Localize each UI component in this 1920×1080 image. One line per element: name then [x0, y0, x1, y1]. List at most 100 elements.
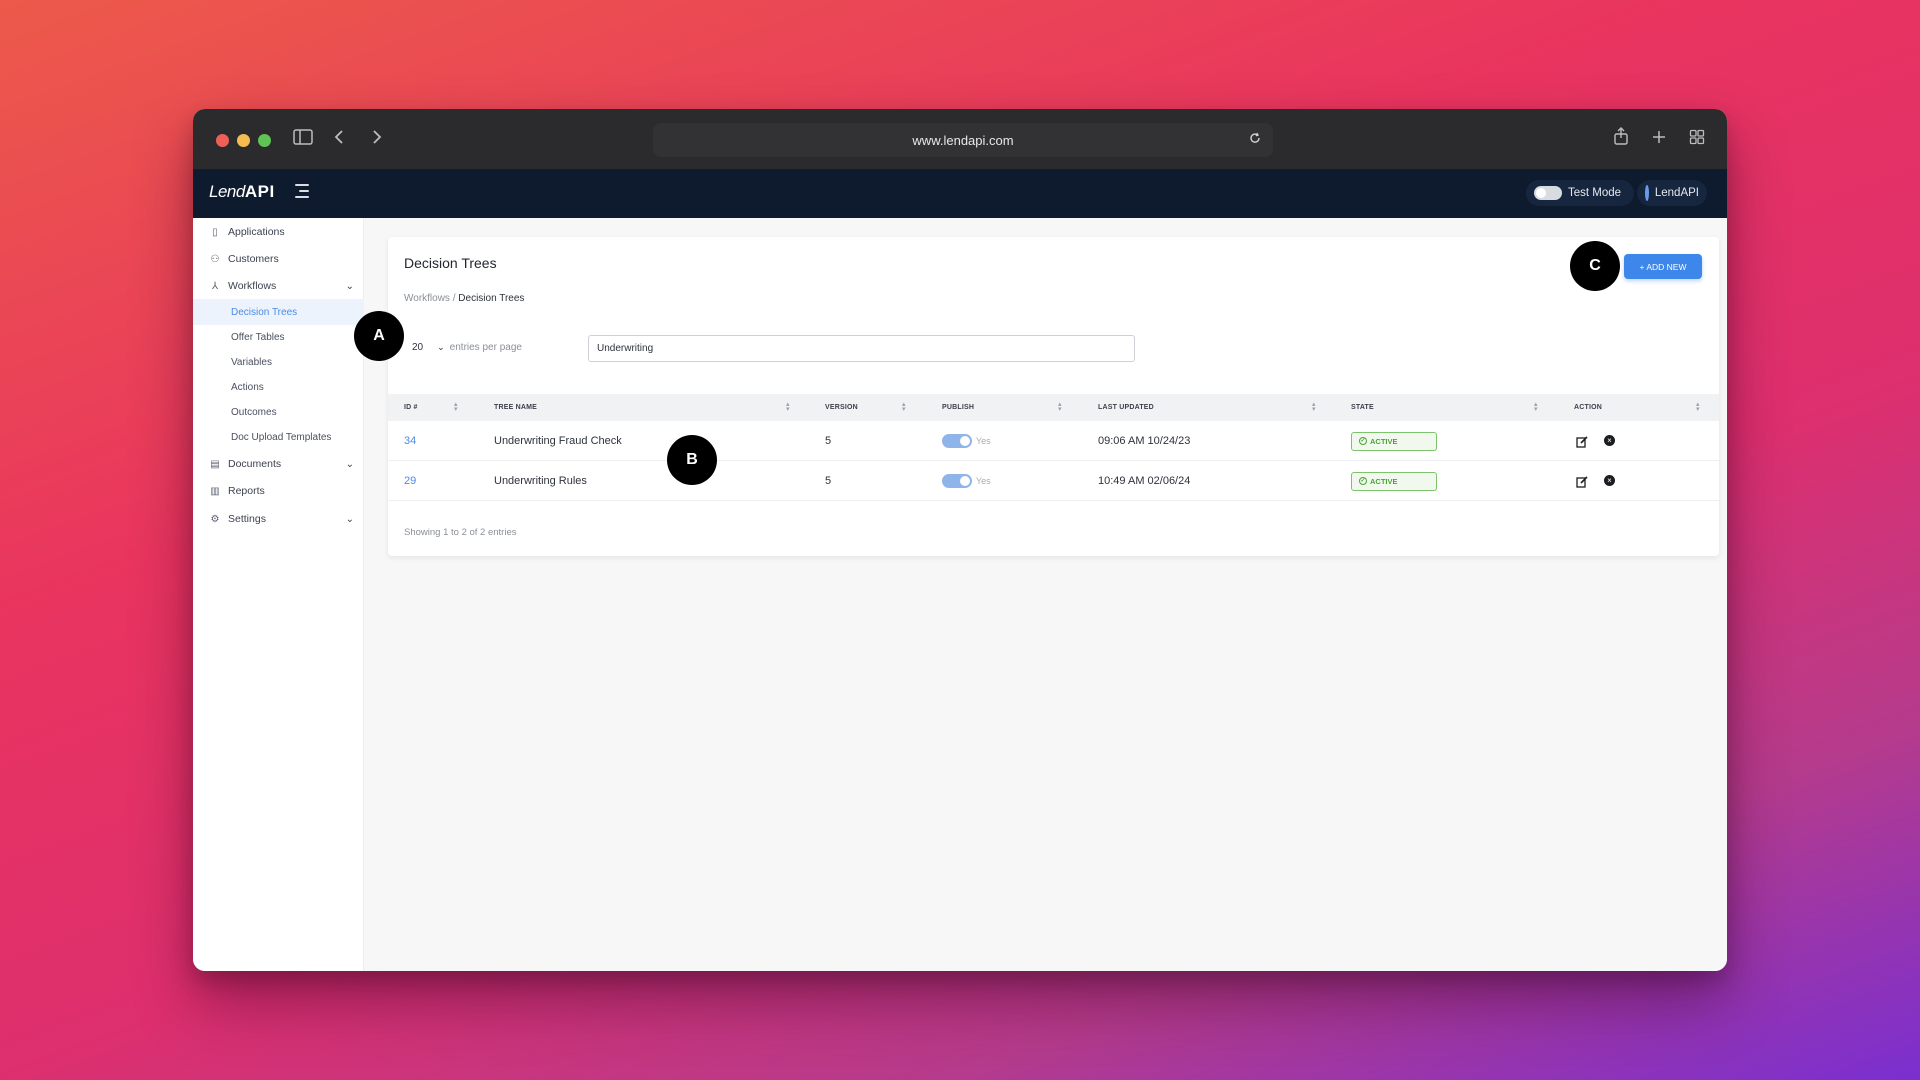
row-last-updated: 10:49 AM 02/06/24 — [1098, 475, 1191, 487]
reload-icon[interactable] — [1249, 131, 1261, 147]
address-bar[interactable]: www.lendapi.com — [653, 123, 1273, 157]
publish-toggle[interactable] — [942, 434, 972, 448]
sidebar-item-settings[interactable]: ⚙ Settings ⌄ — [193, 505, 364, 533]
sort-icon[interactable]: ▴ ▾ — [1058, 401, 1062, 413]
entries-select[interactable]: 20 — [412, 342, 423, 353]
callout-marker-a: A — [354, 311, 404, 361]
col-id[interactable]: ID # — [404, 394, 418, 421]
sidebar-subitem-offer-tables[interactable]: Offer Tables — [193, 324, 364, 350]
forward-icon[interactable] — [371, 127, 383, 151]
sidebar-item-applications[interactable]: ▯ Applications — [193, 218, 364, 246]
row-publish: Yes — [942, 421, 991, 461]
row-last-updated: 09:06 AM 10/24/23 — [1098, 435, 1191, 447]
test-mode-switch[interactable]: Test Mode — [1526, 180, 1634, 206]
minimize-window-button[interactable] — [237, 134, 250, 147]
edit-icon[interactable] — [1576, 435, 1588, 453]
row-tree-name: Underwriting Fraud Check — [494, 435, 622, 447]
sort-icon[interactable]: ▴ ▾ — [454, 401, 458, 413]
chart-icon: ▥ — [210, 485, 220, 497]
pagination-summary: Showing 1 to 2 of 2 entries — [404, 527, 517, 538]
row-id-link[interactable]: 29 — [404, 461, 416, 501]
row-tree-name: Underwriting Rules — [494, 475, 587, 487]
document-icon: ▯ — [212, 226, 218, 238]
breadcrumb-workflows[interactable]: Workflows — [404, 293, 450, 304]
sidebar-item-workflows[interactable]: ⅄ Workflows ⌄ — [193, 272, 364, 300]
test-mode-label: Test Mode — [1568, 187, 1622, 199]
url-text: www.lendapi.com — [912, 132, 1014, 148]
sort-icon[interactable]: ▴ ▾ — [786, 401, 790, 413]
sidebar-item-documents[interactable]: ▤ Documents ⌄ — [193, 450, 364, 478]
row-state: ✓ ACTIVE — [1351, 421, 1437, 461]
sidebar-subitem-doc-upload-templates[interactable]: Doc Upload Templates — [193, 424, 364, 450]
publish-label: Yes — [976, 476, 991, 486]
account-menu[interactable]: LendAPI — [1637, 180, 1707, 206]
row-id-link[interactable]: 34 — [404, 421, 416, 461]
sidebar-item-label: Reports — [228, 485, 265, 497]
check-circle-icon: ✓ — [1359, 477, 1367, 485]
col-version[interactable]: VERSION — [825, 394, 858, 421]
chevron-down-icon[interactable]: ⌄ — [437, 342, 445, 353]
gear-icon: ⚙ — [210, 513, 220, 525]
browser-window: www.lendapi.com LendAPI Test Mode LendAP… — [193, 109, 1727, 971]
sidebar-toggle-icon[interactable] — [293, 127, 313, 151]
col-action: ACTION — [1574, 404, 1603, 411]
chevron-down-icon: ⌄ — [345, 513, 354, 525]
maximize-window-button[interactable] — [258, 134, 271, 147]
sidebar-item-label: Applications — [228, 226, 285, 238]
decision-trees-card: Decision Trees Workflows / Decision Tree… — [388, 237, 1719, 556]
search-input[interactable] — [588, 335, 1135, 362]
sort-icon[interactable]: ▴ ▾ — [1696, 401, 1700, 413]
table-row: 34 Underwriting Fraud Check 5 Yes 09:06 … — [388, 421, 1719, 461]
sidebar-item-label: Customers — [228, 253, 279, 265]
delete-icon[interactable]: × — [1604, 435, 1615, 446]
sidebar-subitem-decision-trees[interactable]: Decision Trees — [193, 299, 364, 325]
breadcrumb-current: Decision Trees — [458, 293, 525, 304]
main-content: Decision Trees Workflows / Decision Tree… — [364, 218, 1727, 971]
sidebar-item-reports[interactable]: ▥ Reports — [193, 477, 364, 505]
logo-lend: Lend — [209, 182, 245, 201]
publish-toggle[interactable] — [942, 474, 972, 488]
col-publish[interactable]: PUBLISH — [942, 394, 974, 421]
check-circle-icon: ✓ — [1359, 437, 1367, 445]
sort-icon[interactable]: ▴ ▾ — [902, 401, 906, 413]
col-last-updated[interactable]: LAST UPDATED — [1098, 394, 1154, 421]
share-icon[interactable] — [1613, 127, 1629, 151]
delete-icon[interactable]: × — [1604, 475, 1615, 486]
sidebar-subitem-variables[interactable]: Variables — [193, 349, 364, 375]
edit-icon[interactable] — [1576, 475, 1588, 493]
sidebar-subitem-actions[interactable]: Actions — [193, 374, 364, 400]
back-icon[interactable] — [333, 127, 345, 151]
breadcrumb: Workflows / Decision Trees — [404, 293, 524, 304]
publish-label: Yes — [976, 436, 991, 446]
status-text: ACTIVE — [1370, 476, 1398, 486]
sort-icon[interactable]: ▴ ▾ — [1312, 401, 1316, 413]
test-mode-toggle[interactable] — [1534, 186, 1562, 200]
col-state[interactable]: STATE — [1351, 394, 1374, 421]
menu-toggle-icon[interactable] — [295, 184, 311, 198]
documents-icon: ▤ — [210, 458, 220, 470]
new-tab-icon[interactable] — [1651, 127, 1667, 151]
sort-icon[interactable]: ▴ ▾ — [1534, 401, 1538, 413]
workflow-icon: ⅄ — [211, 280, 219, 292]
row-publish: Yes — [942, 461, 991, 501]
sidebar-subitem-outcomes[interactable]: Outcomes — [193, 399, 364, 425]
row-version: 5 — [825, 435, 832, 447]
lendapi-logo[interactable]: LendAPI — [209, 182, 275, 202]
table-row: 29 Underwriting Rules 5 Yes 10:49 AM 02/… — [388, 461, 1719, 501]
tab-overview-icon[interactable] — [1689, 127, 1705, 151]
add-new-button[interactable]: + ADD NEW — [1624, 254, 1702, 279]
status-badge: ✓ ACTIVE — [1351, 431, 1437, 451]
sidebar-item-customers[interactable]: ⚇ Customers — [193, 245, 364, 273]
col-tree-name[interactable]: TREE NAME — [494, 394, 537, 421]
avatar — [1645, 185, 1649, 201]
sidebar-item-label: Settings — [228, 513, 266, 525]
browser-toolbar: www.lendapi.com — [193, 109, 1727, 170]
account-name: LendAPI — [1654, 187, 1699, 199]
chevron-down-icon: ⌄ — [345, 458, 354, 470]
page-title: Decision Trees — [404, 255, 497, 271]
callout-marker-b: B — [667, 435, 717, 485]
entries-label: entries per page — [449, 342, 522, 353]
close-window-button[interactable] — [216, 134, 229, 147]
people-icon: ⚇ — [210, 253, 220, 265]
table-header: ID # ▴ ▾ TREE NAME ▴ ▾ VERSION ▴ ▾ PUBLISH … — [388, 394, 1719, 421]
